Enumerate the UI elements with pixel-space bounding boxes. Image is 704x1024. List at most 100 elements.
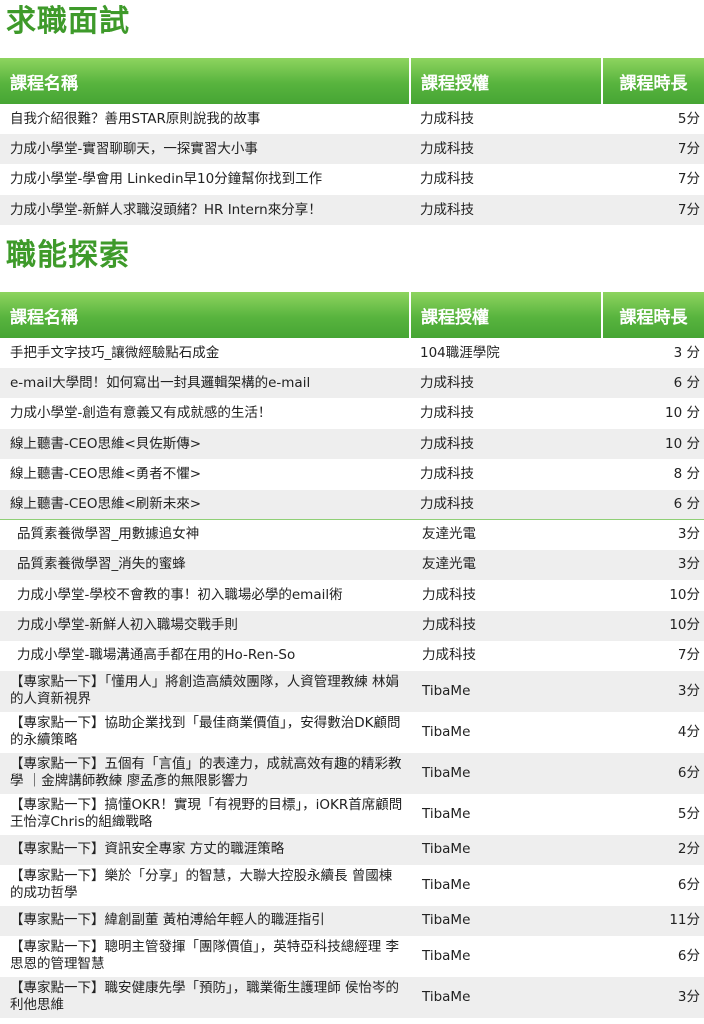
table-row: 線上聽書-CEO思維<刷新未來> 力成科技 6 分	[0, 490, 704, 519]
course-provider: 力成科技	[422, 586, 476, 603]
table-row: 【專家點一下】「懂用人」將創造高績效團隊，人資管理教練 林娟的人資新視界 Tib…	[0, 670, 704, 712]
course-duration: 4分	[677, 723, 700, 740]
course-name: e-mail大學問！如何寫出一封具邏輯架構的e-mail	[0, 368, 410, 398]
course-duration: 8 分	[673, 466, 700, 482]
table-row: 力成小學堂-職場溝通高手都在用的Ho-Ren-So 力成科技 7分	[0, 641, 704, 671]
course-provider: TibaMe	[412, 905, 602, 936]
table-row: e-mail大學問！如何寫出一封具邏輯架構的e-mail 力成科技 6 分	[0, 368, 704, 398]
header-course-provider: 課程授權	[410, 292, 603, 338]
course-name: 自我介紹很難？善用STAR原則說我的故事	[10, 110, 261, 127]
course-name: 線上聽書-CEO思維<刷新未來>	[0, 490, 410, 519]
table-row: 【專家點一下】樂於「分享」的智慧，大聯大控股永續長 曾國棟的成功哲學 TibaM…	[0, 865, 704, 906]
table-row: 【專家點一下】協助企業找到「最佳商業價值」，安得數治DK顧問的永續策略 Tiba…	[0, 712, 704, 753]
table-row: 【專家點一下】職安健康先學「預防」，職業衛生護理師 侯怡岑的利他思維 TibaM…	[0, 976, 704, 1018]
table-row: 力成小學堂-新鮮人初入職場交戰手則 力成科技 10分	[0, 610, 704, 641]
course-provider: 力成科技	[410, 490, 602, 519]
course-provider: 力成科技	[410, 429, 602, 459]
course-provider: TibaMe	[412, 670, 602, 712]
course-duration: 10分	[602, 610, 704, 641]
course-name: 【專家點一下】職安健康先學「預防」，職業衛生護理師 侯怡岑的利他思維	[0, 976, 412, 1018]
table-row: 【專家點一下】五個有「言值」的表達力，成就高效有趣的精彩教學 ｜金牌講師教練 廖…	[0, 752, 704, 794]
course-name: 力成小學堂-職場溝通高手都在用的Ho-Ren-So	[17, 647, 296, 663]
course-duration: 3分	[602, 519, 704, 550]
course-name: 【專家點一下】樂於「分享」的智慧，大聯大控股永續長 曾國棟的成功哲學	[10, 868, 393, 901]
course-duration: 7分	[677, 647, 700, 663]
course-provider: 力成科技	[422, 647, 476, 663]
course-provider: TibaMe	[422, 876, 471, 893]
course-name: 品質素養微學習_用數據追女神	[0, 519, 412, 550]
course-duration: 10分	[669, 586, 700, 603]
course-name: 力成小學堂-實習聊聊天，一探實習大小事	[0, 134, 410, 164]
table-row: 力成小學堂-實習聊聊天，一探實習大小事 力成科技 7分	[0, 134, 704, 164]
table-row: 線上聽書-CEO思維<勇者不懼> 力成科技 8 分	[0, 459, 704, 490]
course-table-competency-exploration: 課程名稱 課程授權 課程時長 手把手文字技巧_讓微經驗點石成金 104職涯學院 …	[0, 292, 704, 519]
course-name: 【專家點一下】搞懂OKR！實現「有視野的目標」，iOKR首席顧問 王怡淳Chri…	[10, 797, 403, 830]
table-row: 【專家點一下】搞懂OKR！實現「有視野的目標」，iOKR首席顧問 王怡淳Chri…	[0, 794, 704, 835]
header-course-name: 課程名稱	[0, 292, 411, 338]
table-row: 手把手文字技巧_讓微經驗點石成金 104職涯學院 3 分	[0, 338, 704, 368]
section-title-job-interview: 求職面試	[6, 4, 130, 39]
table-row: 力成小學堂-學校不會教的事！初入職場必學的email術 力成科技 10分	[0, 580, 704, 611]
header-course-duration: 課程時長	[602, 292, 704, 338]
course-table-job-interview: 課程名稱 課程授權 課程時長 自我介紹很難？善用STAR原則說我的故事 力成科技…	[0, 58, 704, 225]
course-name: 力成小學堂-學會用 Linkedin早10分鐘幫你找到工作	[10, 171, 323, 187]
course-provider: 友達光電	[412, 519, 602, 550]
course-provider: 104職涯學院	[420, 344, 500, 361]
table-row: 【專家點一下】資訊安全專家 方丈的職涯策略 TibaMe 2分	[0, 834, 704, 865]
course-name: 手把手文字技巧_讓微經驗點石成金	[10, 344, 220, 361]
course-duration: 7分	[602, 134, 704, 164]
table-row: 自我介紹很難？善用STAR原則說我的故事 力成科技 5分	[0, 104, 704, 134]
course-duration: 6分	[677, 876, 700, 893]
table-row: 線上聽書-CEO思維<貝佐斯傳> 力成科技 10 分	[0, 429, 704, 459]
course-duration: 6 分	[602, 368, 704, 398]
course-provider: 友達光電	[412, 549, 602, 580]
course-provider: TibaMe	[422, 805, 471, 822]
header-course-provider: 課程授權	[410, 58, 603, 104]
table-row: 力成小學堂-創造有意義又有成就感的生活！ 力成科技 10 分	[0, 398, 704, 429]
course-duration: 11分	[602, 905, 704, 936]
course-duration: 7分	[677, 171, 700, 187]
table-header-row: 課程名稱 課程授權 課程時長	[0, 292, 704, 338]
course-duration: 7分	[602, 195, 704, 225]
table-row: 品質素養微學習_用數據追女神 友達光電 3分	[0, 519, 704, 550]
course-name: 【專家點一下】「懂用人」將創造高績效團隊，人資管理教練 林娟的人資新視界	[0, 670, 412, 712]
course-duration: 10 分	[665, 405, 700, 421]
course-provider: 力成科技	[420, 466, 474, 482]
course-name: 品質素養微學習_消失的蜜蜂	[0, 549, 412, 580]
course-name: 線上聽書-CEO思維<勇者不懼>	[10, 466, 202, 482]
course-provider: 力成科技	[410, 134, 602, 164]
table-row: 力成小學堂-新鮮人求職沒頭緒？HR Intern來分享！ 力成科技 7分	[0, 195, 704, 225]
course-name: 【專家點一下】聰明主管發揮「團隊價值」，英特亞科技總經理 李思恩的管理智慧	[10, 939, 400, 972]
course-duration: 3分	[602, 976, 704, 1018]
table-row: 【專家點一下】聰明主管發揮「團隊價值」，英特亞科技總經理 李思恩的管理智慧 Ti…	[0, 936, 704, 977]
course-provider: 力成科技	[420, 110, 474, 127]
course-name: 【專家點一下】緯創副董 黃柏溥給年輕人的職涯指引	[0, 905, 412, 936]
table-header-row: 課程名稱 課程授權 課程時長	[0, 58, 704, 104]
course-provider: 力成科技	[420, 171, 474, 187]
course-provider: TibaMe	[412, 752, 602, 794]
course-provider: TibaMe	[422, 947, 471, 964]
course-name: 力成小學堂-新鮮人初入職場交戰手則	[0, 610, 412, 641]
course-provider: TibaMe	[412, 976, 602, 1018]
table-row: 力成小學堂-學會用 Linkedin早10分鐘幫你找到工作 力成科技 7分	[0, 164, 704, 195]
course-duration: 10 分	[602, 429, 704, 459]
course-provider: 力成科技	[420, 405, 474, 421]
table-row: 品質素養微學習_消失的蜜蜂 友達光電 3分	[0, 549, 704, 580]
table-row: 【專家點一下】緯創副董 黃柏溥給年輕人的職涯指引 TibaMe 11分	[0, 905, 704, 936]
course-name: 力成小學堂-新鮮人求職沒頭緒？HR Intern來分享！	[0, 195, 410, 225]
course-duration: 2分	[602, 834, 704, 865]
course-duration: 5分	[677, 110, 700, 127]
course-duration: 6 分	[602, 490, 704, 519]
header-course-name: 課程名稱	[0, 58, 411, 104]
course-table-competency-exploration-continued: 品質素養微學習_用數據追女神 友達光電 3分 品質素養微學習_消失的蜜蜂 友達光…	[0, 519, 704, 1018]
course-duration: 3 分	[673, 344, 700, 361]
course-provider: 力成科技	[410, 195, 602, 225]
course-duration: 5分	[677, 805, 700, 822]
course-duration: 6分	[677, 947, 700, 964]
course-provider: 力成科技	[410, 368, 602, 398]
course-name: 線上聽書-CEO思維<貝佐斯傳>	[0, 429, 410, 459]
section-title-competency-exploration: 職能探索	[6, 238, 130, 273]
course-duration: 6分	[602, 752, 704, 794]
course-duration: 3分	[602, 549, 704, 580]
course-name: 【專家點一下】資訊安全專家 方丈的職涯策略	[0, 834, 412, 865]
